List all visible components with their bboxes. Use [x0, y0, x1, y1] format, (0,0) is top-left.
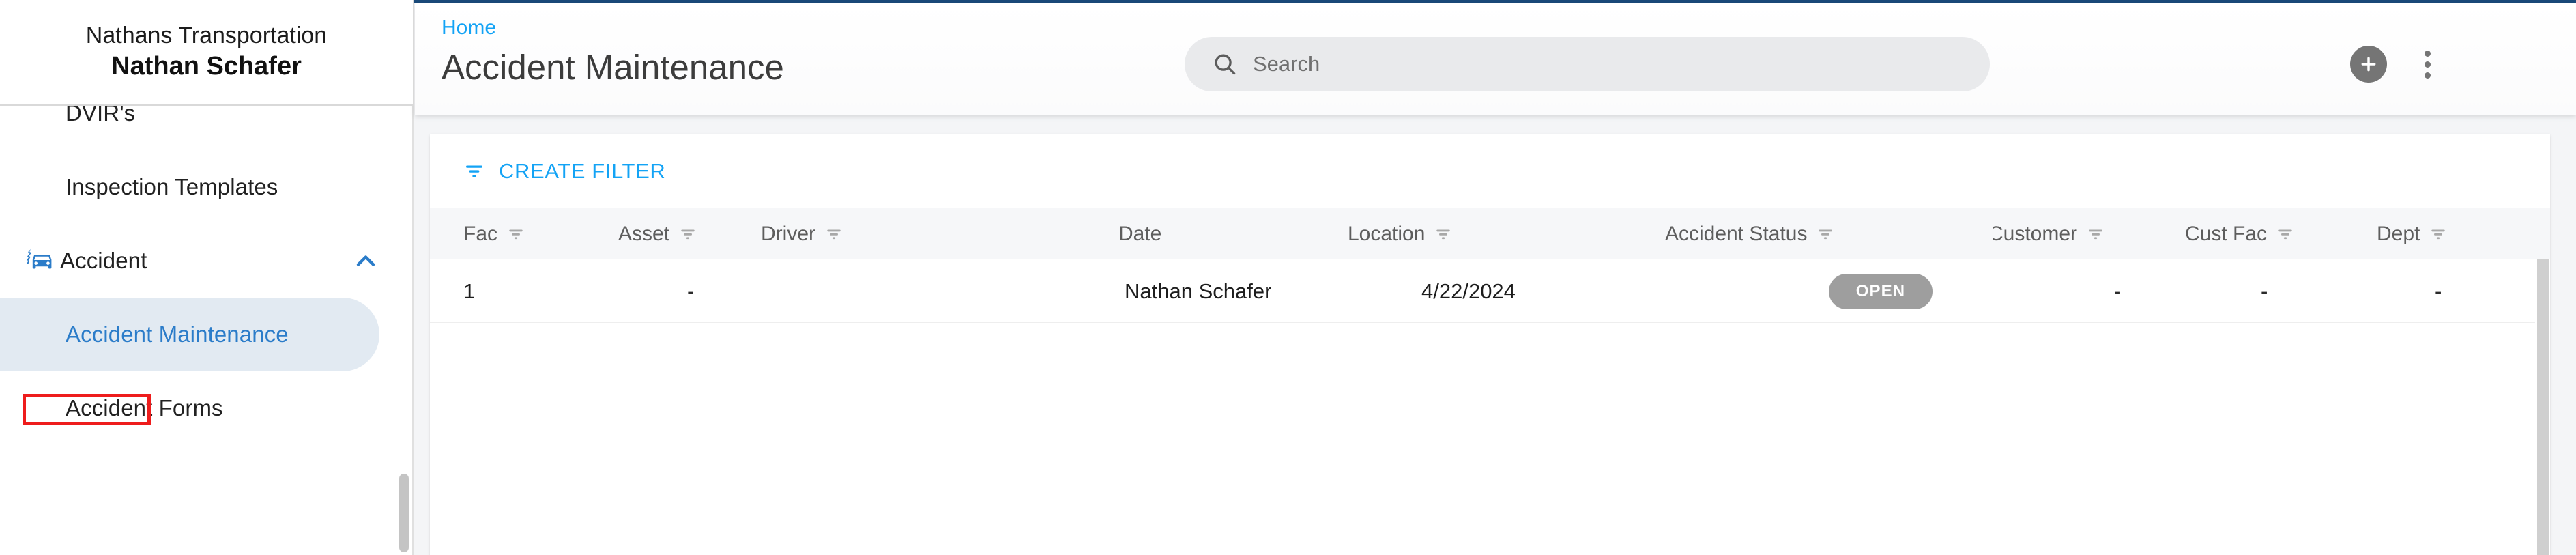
app-root: Inspections DVIR's Inspection Templates [0, 0, 2576, 555]
cell-cust-fac: - [2261, 279, 2268, 303]
cell-customer: - [2114, 279, 2122, 303]
sidebar-item-label: Accident Forms [66, 395, 223, 421]
table-body: 1 - Nathan Schafer 4/22/2024 OPEN - - - [430, 259, 2550, 555]
sidebar-item-accident[interactable]: Accident [0, 224, 412, 298]
column-header-label: Location [1348, 223, 1426, 245]
create-filter-label: CREATE FILTER [499, 158, 666, 183]
column-header-label: Accident Status [1665, 223, 1808, 245]
column-filter-icon[interactable] [2429, 225, 2447, 243]
column-header-label: Date [1118, 223, 1162, 245]
column-filter-icon[interactable] [1434, 225, 1452, 243]
column-header-asset[interactable]: Asset [618, 208, 755, 260]
breadcrumb-home[interactable]: Home [442, 16, 496, 40]
column-header-label: Driver [761, 223, 815, 245]
column-header-location[interactable]: Location [1348, 208, 1525, 260]
status-badge: OPEN [1829, 273, 1933, 309]
column-header-label: Cust Fac [2185, 223, 2268, 245]
add-button[interactable] [2350, 46, 2387, 83]
table-header-row: Fac Asset Driver Date Location Accident … [430, 208, 2550, 259]
car-crash-icon [18, 247, 60, 274]
column-filter-icon[interactable] [507, 225, 525, 243]
user-profile-card: Nathans Transportation Nathan Schafer [0, 0, 414, 106]
cell-asset: - [687, 279, 695, 303]
user-name: Nathan Schafer [111, 52, 302, 81]
sidebar-item-label: Inspection Templates [66, 174, 278, 199]
table-row[interactable]: 1 - Nathan Schafer 4/22/2024 OPEN - - - [430, 259, 2550, 323]
table-scrollbar-thumb[interactable] [2537, 259, 2549, 555]
table-scrollbar[interactable] [2535, 259, 2550, 555]
column-header-label: Customer [1993, 223, 2078, 245]
page-title: Accident Maintenance [442, 48, 784, 87]
sidebar-item-accident-forms[interactable]: Accident Forms [0, 371, 412, 445]
column-header-dept[interactable]: Dept [2377, 208, 2500, 260]
column-header-label: Dept [2377, 223, 2420, 245]
column-header-label: Fac [463, 223, 498, 245]
more-vertical-icon-dot [2424, 61, 2431, 68]
page-header-bar: Home Accident Maintenance Search [415, 3, 2576, 115]
sidebar-item-label: Accident [60, 248, 147, 273]
more-options-button[interactable] [2405, 42, 2449, 86]
column-header-date[interactable]: Date [1118, 208, 1248, 260]
more-vertical-icon [2424, 50, 2431, 57]
chevron-up-icon[interactable] [351, 246, 381, 276]
search-input[interactable]: Search [1185, 37, 1990, 91]
cell-date: 4/22/2024 [1421, 279, 1516, 303]
sidebar-scrollbar[interactable] [399, 474, 409, 552]
column-header-driver[interactable]: Driver [761, 208, 918, 260]
column-filter-icon[interactable] [2276, 225, 2294, 243]
sidebar-item-accident-maintenance[interactable]: Accident Maintenance [0, 298, 379, 371]
company-name: Nathans Transportation [85, 23, 328, 49]
cell-fac: 1 [463, 279, 476, 303]
sidebar-item-inspection-templates[interactable]: Inspection Templates [0, 150, 412, 224]
column-filter-icon[interactable] [2087, 225, 2104, 243]
search-placeholder: Search [1253, 52, 1320, 76]
cell-accident-status: OPEN [1829, 259, 1933, 323]
accident-table-card: CREATE FILTER Fac Asset Driver Date Loca… [430, 134, 2550, 555]
plus-icon [2358, 53, 2379, 75]
cell-driver: Nathan Schafer [1125, 279, 1272, 303]
column-filter-icon[interactable] [1817, 225, 1834, 243]
filter-toolbar: CREATE FILTER [430, 134, 2550, 208]
column-header-cust-fac[interactable]: Cust Fac [2185, 208, 2335, 260]
column-header-accident-status[interactable]: Accident Status [1665, 208, 1890, 260]
search-icon [1212, 51, 1238, 77]
sidebar-item-label: Accident Maintenance [66, 322, 289, 347]
column-filter-icon[interactable] [825, 225, 843, 243]
column-header-fac[interactable]: Fac [463, 208, 586, 260]
cell-dept: - [2435, 279, 2442, 303]
filter-icon [463, 160, 485, 182]
column-filter-icon[interactable] [679, 225, 697, 243]
column-header-customer[interactable]: Customer [1993, 208, 2150, 260]
create-filter-button[interactable]: CREATE FILTER [463, 159, 665, 184]
main-content: Home Accident Maintenance Search CREATE … [415, 3, 2576, 555]
more-vertical-icon-dot [2424, 72, 2431, 79]
column-header-label: Asset [618, 223, 670, 245]
